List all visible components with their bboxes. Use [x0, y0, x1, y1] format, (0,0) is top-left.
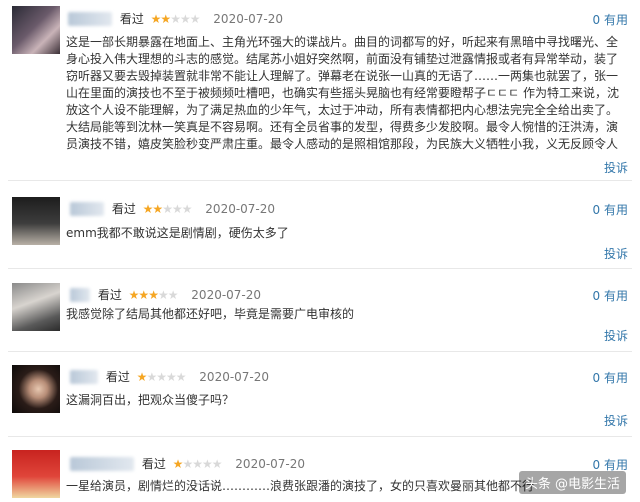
username-blurred[interactable] [70, 287, 90, 302]
username-blurred[interactable] [70, 369, 98, 384]
rating-stars: ★★★★★ [136, 369, 187, 384]
review-content: 这是一部长期暴露在地面上、主角光环强大的谍战片。曲目的词都写的好，听起来有黑暗中… [66, 35, 619, 151]
avatar[interactable] [12, 283, 60, 331]
divider [8, 351, 632, 352]
review-content: emm我都不敢说这是剧情剧，硬伤太多了 [66, 226, 289, 240]
watermark: 头条 @电影生活 [518, 471, 626, 494]
rated-label: 看过 [97, 288, 122, 302]
review-date: 2020-07-20 [205, 201, 276, 216]
useful-button[interactable]: 0 有用 [593, 11, 628, 28]
report-link[interactable]: 投诉 [604, 159, 628, 176]
rating-stars: ★★★★★ [150, 11, 201, 26]
divider [8, 180, 632, 181]
username-blurred[interactable] [70, 456, 134, 471]
review-content: 一星给演员，剧情烂的没话说…………浪费张跟潘的演技了，女的只喜欢曼丽其他都不行 [66, 479, 535, 493]
username-blurred[interactable] [70, 201, 104, 216]
rated-label: 看过 [105, 370, 130, 384]
rated-label: 看过 [111, 202, 136, 216]
rated-label: 看过 [141, 457, 166, 471]
rated-label: 看过 [119, 12, 144, 26]
review-date: 2020-07-20 [199, 369, 270, 384]
review-content: 我感觉除了结局其他都还好吧，毕竟是需要广电审核的 [66, 307, 355, 321]
divider [8, 436, 632, 437]
useful-button[interactable]: 0 有用 [593, 287, 628, 304]
avatar[interactable] [12, 365, 60, 413]
divider [8, 268, 632, 269]
avatar[interactable] [12, 6, 60, 54]
avatar[interactable] [12, 197, 60, 245]
review-date: 2020-07-20 [235, 456, 306, 471]
report-link[interactable]: 投诉 [604, 327, 628, 344]
review-date: 2020-07-20 [191, 287, 262, 302]
useful-button[interactable]: 0 有用 [593, 201, 628, 218]
report-link[interactable]: 投诉 [604, 412, 628, 429]
rating-stars: ★★★★★ [128, 287, 179, 302]
review-content: 这漏洞百出，把观众当傻子吗？ [66, 393, 235, 407]
report-link[interactable]: 投诉 [604, 245, 628, 262]
username-blurred[interactable] [68, 11, 112, 26]
review-date: 2020-07-20 [213, 11, 284, 26]
avatar[interactable] [12, 450, 60, 498]
useful-button[interactable]: 0 有用 [593, 369, 628, 386]
rating-stars: ★★★★★ [142, 201, 193, 216]
rating-stars: ★★★★★ [172, 456, 223, 471]
